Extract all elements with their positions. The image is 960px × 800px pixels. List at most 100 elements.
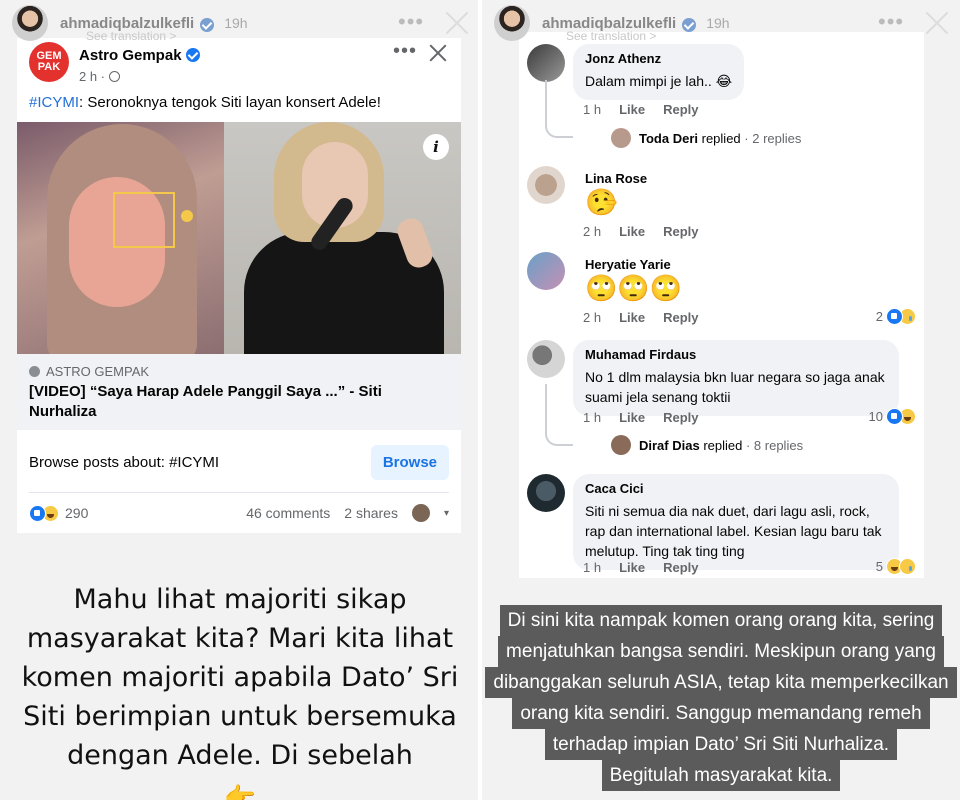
like-reaction-icon bbox=[886, 308, 903, 325]
reply-action: replied bbox=[701, 130, 741, 146]
commenter-avatar[interactable] bbox=[527, 166, 565, 204]
caption-line: Di sini kita nampak komen orang orang ki… bbox=[499, 605, 943, 636]
hashtag-link[interactable]: #ICYMI bbox=[29, 94, 79, 111]
like-button[interactable]: Like bbox=[619, 560, 645, 575]
reply-button[interactable]: Reply bbox=[663, 560, 698, 575]
sad-reaction-icon bbox=[899, 558, 916, 575]
left-caption: Mahu lihat majoriti sikap masyarakat kit… bbox=[18, 580, 462, 800]
like-button[interactable]: Like bbox=[619, 224, 645, 239]
story-time: 19h bbox=[706, 15, 730, 31]
comment-bubble: Muhamad Firdaus No 1 dlm malaysia bkn lu… bbox=[573, 340, 899, 416]
share-avatar[interactable] bbox=[411, 504, 430, 522]
replier-name[interactable]: Diraf Dias bbox=[639, 438, 700, 453]
like-button[interactable]: Like bbox=[619, 102, 645, 117]
see-translation-link[interactable]: See translation > bbox=[86, 29, 176, 43]
globe-icon bbox=[109, 71, 121, 82]
reply-thread[interactable]: Toda Deri replied · 2 replies bbox=[611, 128, 801, 148]
post-time[interactable]: 2 h · bbox=[79, 69, 105, 84]
comment-actions: 1 h Like Reply bbox=[583, 560, 717, 575]
reply-button[interactable]: Reply bbox=[663, 410, 698, 425]
chevron-down-icon[interactable]: ▾ bbox=[444, 508, 449, 519]
reply-button[interactable]: Reply bbox=[663, 224, 698, 239]
like-reaction-icon bbox=[29, 504, 46, 522]
adele-photo: i bbox=[224, 122, 461, 354]
comment-text: No 1 dlm malaysia bkn luar negara so jag… bbox=[585, 369, 885, 405]
pointing-right-icon: 👉 bbox=[223, 783, 257, 800]
source-icon bbox=[29, 366, 40, 377]
comment-text: Dalam mimpi je lah.. 😂 bbox=[585, 73, 733, 89]
link-source: ASTRO GEMPAK bbox=[46, 364, 150, 379]
reply-action: replied bbox=[703, 437, 743, 453]
shares-count[interactable]: 2 shares bbox=[344, 505, 398, 521]
like-button[interactable]: Like bbox=[619, 310, 645, 325]
post-close-icon[interactable] bbox=[429, 44, 447, 62]
info-icon[interactable]: i bbox=[423, 134, 449, 160]
replier-avatar bbox=[611, 128, 631, 148]
see-translation-link[interactable]: See translation > bbox=[566, 29, 656, 43]
story-avatar[interactable] bbox=[12, 5, 48, 41]
comment-bubble: Caca Cici Siti ni semua dia nak duet, da… bbox=[573, 474, 899, 570]
gempak-logo[interactable]: GEM PAK bbox=[29, 42, 69, 82]
comment-reactions[interactable]: 2 bbox=[876, 308, 916, 325]
face-scan-frame bbox=[113, 192, 175, 248]
commenter-name[interactable]: Caca Cici bbox=[585, 481, 887, 496]
replier-name[interactable]: Toda Deri bbox=[639, 131, 698, 146]
browse-row: Browse posts about: #ICYMI Browse bbox=[29, 444, 449, 480]
comment-text: Siti ni semua dia nak duet, dari lagu as… bbox=[585, 503, 882, 559]
comment-reaction-count: 10 bbox=[868, 409, 883, 424]
post-image[interactable]: i bbox=[17, 122, 461, 354]
facebook-post-card: GEM PAK Astro Gempak 2 h · ••• #ICYMI: S… bbox=[17, 38, 461, 533]
reply-thread[interactable]: Diraf Dias replied · 8 replies bbox=[611, 435, 803, 455]
story-avatar[interactable] bbox=[494, 5, 530, 41]
comment-list: Jonz Athenz Dalam mimpi je lah.. 😂 1 h L… bbox=[519, 32, 924, 578]
reaction-count[interactable]: 290 bbox=[65, 505, 88, 521]
commenter-name[interactable]: Muhamad Firdaus bbox=[585, 347, 887, 362]
commenter-avatar[interactable] bbox=[527, 474, 565, 512]
story-header-right: ahmadiqbalzulkefli 19h bbox=[482, 0, 960, 46]
commenter-avatar[interactable] bbox=[527, 44, 565, 82]
commenter-name[interactable]: Jonz Athenz bbox=[585, 51, 732, 66]
browse-button[interactable]: Browse bbox=[370, 444, 449, 480]
link-preview[interactable]: ASTRO GEMPAK [VIDEO] “Saya Harap Adele P… bbox=[17, 354, 461, 430]
caption-line: orang kita sendiri. Sanggup memandang re… bbox=[512, 698, 930, 729]
emoji-comment: 🙄🙄🙄 bbox=[585, 273, 683, 303]
brightness-icon bbox=[181, 210, 193, 222]
comment-time: 2 h bbox=[583, 310, 602, 325]
comment-reactions[interactable]: 5 bbox=[876, 558, 916, 575]
story-right: ahmadiqbalzulkefli 19h ••• See translati… bbox=[482, 0, 960, 800]
browse-text: Browse posts about: #ICYMI bbox=[29, 453, 220, 471]
reply-count[interactable]: · 8 replies bbox=[746, 438, 803, 453]
comment-reaction-count: 2 bbox=[875, 309, 883, 324]
post-text: #ICYMI: Seronoknya tengok Siti layan kon… bbox=[29, 94, 381, 111]
left-caption-text: Mahu lihat majoriti sikap masyarakat kit… bbox=[21, 584, 459, 771]
comment-time: 1 h bbox=[583, 102, 602, 117]
comment-time: 1 h bbox=[583, 560, 602, 575]
comment-bubble: Heryatie Yarie 🙄🙄🙄 bbox=[573, 250, 694, 311]
right-caption: Di sini kita nampak komen orang orang ki… bbox=[482, 605, 960, 791]
reply-button[interactable]: Reply bbox=[663, 310, 698, 325]
story-time: 19h bbox=[224, 15, 248, 31]
emoji-comment: 🤥 bbox=[585, 187, 618, 217]
commenter-name[interactable]: Heryatie Yarie bbox=[585, 257, 682, 272]
post-body: : Seronoknya tengok Siti layan konsert A… bbox=[79, 94, 381, 111]
commenter-name[interactable]: Lina Rose bbox=[585, 171, 647, 186]
commenter-avatar[interactable] bbox=[527, 340, 565, 378]
thread-line bbox=[545, 80, 573, 138]
replier-avatar bbox=[611, 435, 631, 455]
verified-badge-icon bbox=[185, 48, 200, 62]
reply-button[interactable]: Reply bbox=[663, 102, 698, 117]
comment-reactions[interactable]: 10 bbox=[869, 408, 916, 425]
like-reaction-icon bbox=[886, 408, 903, 425]
like-button[interactable]: Like bbox=[619, 410, 645, 425]
comment-actions: 2 h Like Reply bbox=[583, 224, 717, 239]
thread-line bbox=[545, 384, 573, 446]
link-title[interactable]: [VIDEO] “Saya Harap Adele Panggil Saya .… bbox=[29, 382, 449, 422]
reply-count[interactable]: · 2 replies bbox=[744, 131, 801, 146]
comment-reaction-count: 5 bbox=[875, 559, 883, 574]
caption-line: terhadap impian Dato’ Sri Siti Nurhaliza… bbox=[544, 729, 898, 760]
comment-actions: 1 h Like Reply bbox=[583, 102, 717, 117]
caption-line: Begitulah masyarakat kita. bbox=[601, 760, 841, 791]
comments-count[interactable]: 46 comments bbox=[246, 505, 330, 521]
commenter-avatar[interactable] bbox=[527, 252, 565, 290]
page-name[interactable]: Astro Gempak bbox=[79, 47, 182, 64]
